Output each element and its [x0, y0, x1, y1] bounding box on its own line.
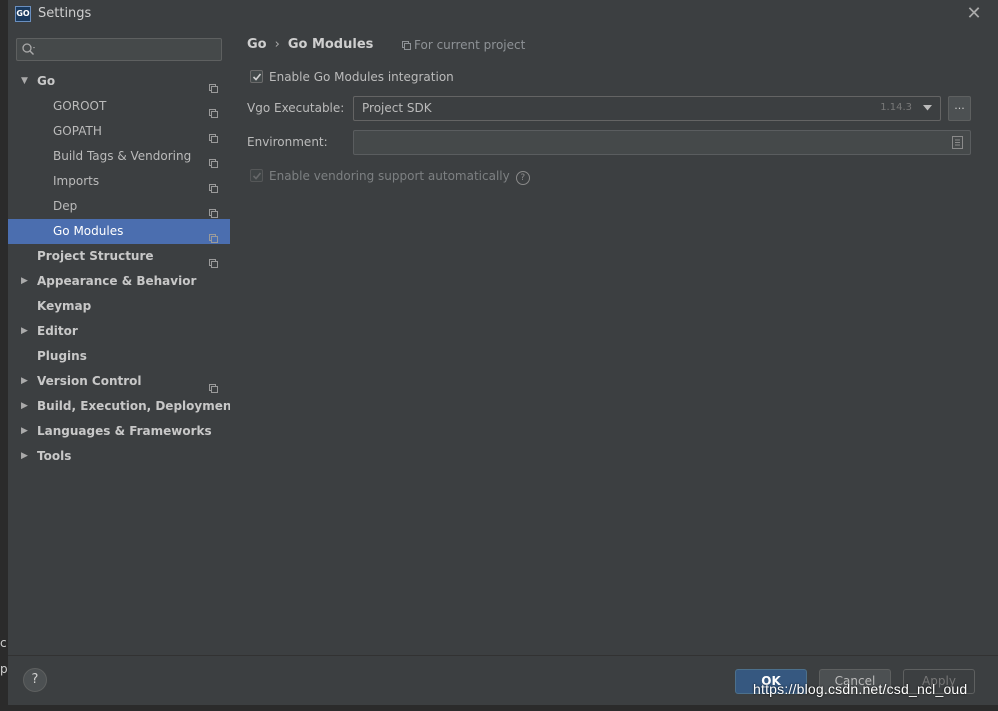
sidebar-item-goroot[interactable]: GOROOT [8, 94, 230, 119]
chevron-right-icon[interactable]: ▶ [21, 394, 31, 419]
chevron-right-icon[interactable]: ▶ [21, 369, 31, 394]
sdk-version: 1.14.3 [880, 102, 912, 113]
sidebar-item-build-execution-deployment[interactable]: ▶ Build, Execution, Deployment [8, 394, 237, 419]
sidebar-item-label: Editor [37, 324, 78, 338]
settings-search[interactable] [16, 38, 222, 61]
vendoring-checkbox [250, 169, 263, 182]
enable-go-modules-checkbox[interactable] [250, 70, 263, 83]
settings-dialog: GO Settings ✕ ▼ Go GOROOT GOPATH Build Tags … [8, 0, 998, 705]
environment-label: Environment: [247, 135, 328, 149]
project-scope-icon [209, 227, 218, 243]
breadcrumb-item-go-modules: Go Modules [287, 37, 374, 52]
sidebar-item-build-tags-vendoring[interactable]: Build Tags & Vendoring [8, 144, 230, 169]
search-input[interactable] [41, 41, 221, 60]
project-scope-icon [209, 152, 218, 168]
environment-field[interactable] [353, 130, 971, 155]
close-button[interactable]: ✕ [964, 4, 984, 24]
vgo-executable-value: Project SDK [362, 101, 432, 115]
watermark: https://blog.csdn.net/csd_ncl_oud [753, 681, 968, 697]
sidebar-item-label: Tools [37, 449, 72, 463]
dialog-footer: ? OK Cancel Apply [8, 655, 998, 705]
sidebar-item-editor[interactable]: ▶ Editor [8, 319, 230, 344]
settings-tree: ▼ Go GOROOT GOPATH Build Tags & Vendoring Imp… [8, 69, 237, 469]
sidebar-item-version-control[interactable]: ▶ Version Control [8, 369, 230, 394]
goland-app-icon: GO [15, 6, 31, 22]
project-scope-icon [209, 252, 218, 268]
sidebar-item-keymap[interactable]: Keymap [8, 294, 230, 319]
sidebar-item-project-structure[interactable]: Project Structure [8, 244, 230, 269]
vendoring-label: Enable vendoring support automatically [269, 169, 510, 183]
sidebar-item-label: Go [37, 74, 56, 88]
project-scope-icon [209, 127, 218, 143]
checkmark-icon [252, 172, 262, 180]
chevron-right-icon[interactable]: ▶ [21, 419, 31, 444]
sidebar-item-go[interactable]: ▼ Go [8, 69, 230, 94]
sidebar-item-dep[interactable]: Dep [8, 194, 230, 219]
sidebar-item-tools[interactable]: ▶ Tools [8, 444, 230, 469]
chevron-down-icon[interactable]: ▼ [21, 69, 31, 94]
project-scope-icon [209, 377, 218, 393]
project-scope-icon [209, 102, 218, 118]
help-button[interactable]: ? [23, 668, 47, 692]
checkmark-icon [252, 73, 262, 81]
host-text-fragment: c [0, 636, 7, 650]
sidebar-item-label: Go Modules [53, 224, 124, 238]
breadcrumb-item-go[interactable]: Go [247, 37, 267, 52]
scope-note: For current project [402, 38, 525, 52]
settings-sidebar: ▼ Go GOROOT GOPATH Build Tags & Vendoring Imp… [8, 28, 237, 655]
browse-button[interactable]: ... [948, 96, 971, 121]
help-icon[interactable]: ? [515, 171, 530, 185]
breadcrumb: Go › Go Modules [247, 37, 373, 52]
project-scope-icon [402, 41, 411, 50]
sidebar-item-go-modules[interactable]: Go Modules [8, 219, 230, 244]
sidebar-item-imports[interactable]: Imports [8, 169, 230, 194]
edit-environment-icon[interactable] [952, 136, 963, 149]
host-text-fragment: p [0, 662, 8, 676]
sidebar-item-label: Appearance & Behavior [37, 274, 197, 288]
search-icon [22, 43, 35, 55]
sidebar-item-label: Keymap [37, 299, 92, 313]
window-title: Settings [38, 6, 92, 21]
project-scope-icon [209, 202, 218, 218]
vgo-executable-label: Vgo Executable: [247, 101, 345, 115]
chevron-right-icon[interactable]: ▶ [21, 444, 31, 469]
chevron-down-icon [923, 105, 932, 111]
sidebar-item-label: Imports [53, 174, 100, 188]
title-bar: GO Settings ✕ [8, 0, 998, 28]
sidebar-item-label: Plugins [37, 349, 87, 363]
sidebar-item-plugins[interactable]: Plugins [8, 344, 230, 369]
sidebar-item-languages-frameworks[interactable]: ▶ Languages & Frameworks [8, 419, 230, 444]
sidebar-item-label: Version Control [37, 374, 142, 388]
project-scope-icon [209, 177, 218, 193]
sidebar-item-label: Build Tags & Vendoring [53, 149, 192, 163]
host-window-strip: c p [0, 0, 8, 711]
sidebar-item-label: Dep [53, 199, 78, 213]
enable-go-modules-row[interactable]: Enable Go Modules integration [250, 70, 454, 84]
sidebar-item-label: GOROOT [53, 99, 107, 113]
scope-note-text: For current project [414, 38, 526, 52]
project-scope-icon [209, 77, 218, 93]
go-modules-panel: Go › Go Modules For current project Enable… [230, 28, 998, 655]
sidebar-item-label: Languages & Frameworks [37, 424, 212, 438]
sidebar-item-appearance-behavior[interactable]: ▶ Appearance & Behavior [8, 269, 230, 294]
chevron-right-icon[interactable]: ▶ [21, 269, 31, 294]
sidebar-item-label: GOPATH [53, 124, 102, 138]
sidebar-item-label: Project Structure [37, 249, 154, 263]
sidebar-item-gopath[interactable]: GOPATH [8, 119, 230, 144]
breadcrumb-separator: › [274, 37, 280, 52]
chevron-right-icon[interactable]: ▶ [21, 319, 31, 344]
enable-go-modules-label: Enable Go Modules integration [269, 70, 454, 84]
vendoring-row: Enable vendoring support automatically? [250, 169, 530, 185]
close-icon: ✕ [966, 3, 982, 24]
vgo-executable-dropdown[interactable]: Project SDK 1.14.3 [353, 96, 941, 121]
sidebar-item-label: Build, Execution, Deployment [37, 399, 238, 413]
